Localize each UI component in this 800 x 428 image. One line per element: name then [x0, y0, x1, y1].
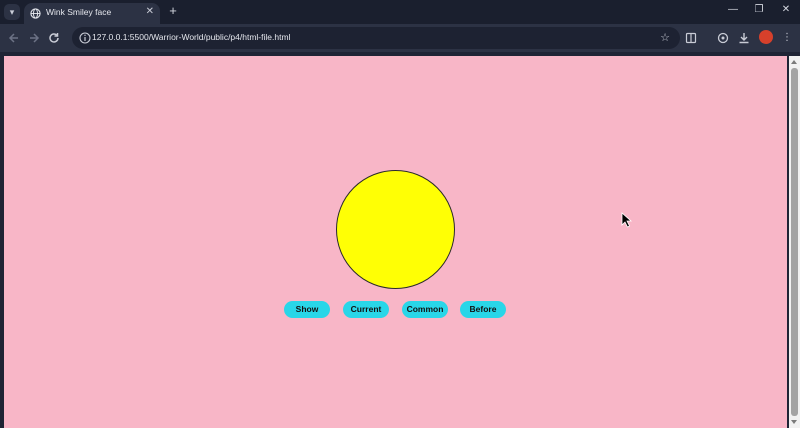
tab-search-icon[interactable]: ▾ — [4, 4, 20, 20]
before-button[interactable]: Before — [460, 301, 506, 318]
new-tab-button[interactable]: + — [166, 4, 180, 18]
url-text[interactable]: 127.0.0.1:5500/Warrior-World/public/p4/h… — [92, 32, 290, 42]
common-button[interactable]: Common — [402, 301, 448, 318]
tab-close-icon[interactable]: ✕ — [146, 6, 154, 18]
tab-title: Wink Smiley face — [46, 7, 112, 17]
browser-toolbar: 127.0.0.1:5500/Warrior-World/public/p4/h… — [0, 24, 800, 52]
extensions-icon[interactable] — [715, 30, 731, 46]
tab-strip: ▾ Wink Smiley face ✕ + — ❐ ✕ — [0, 0, 800, 24]
scroll-up-arrow-icon[interactable] — [791, 60, 797, 64]
smiley-face-circle — [336, 170, 455, 289]
scroll-down-arrow-icon[interactable] — [791, 420, 797, 424]
current-button[interactable]: Current — [343, 301, 389, 318]
downloads-icon[interactable] — [736, 30, 752, 46]
favicon-globe-icon — [30, 8, 41, 19]
forward-arrow-icon[interactable] — [26, 30, 42, 46]
browser-tab[interactable]: Wink Smiley face ✕ — [24, 3, 160, 24]
address-bar[interactable]: 127.0.0.1:5500/Warrior-World/public/p4/h… — [72, 27, 680, 49]
bookmark-star-icon[interactable]: ☆ — [660, 30, 670, 46]
site-info-icon[interactable] — [78, 31, 92, 45]
minimize-button[interactable]: — — [725, 3, 741, 17]
profile-extension-icon[interactable] — [759, 30, 773, 44]
reload-icon[interactable] — [46, 30, 62, 46]
page-viewport: Show Current Common Before — [4, 56, 787, 428]
more-menu-icon[interactable]: ⋮ — [779, 30, 795, 46]
reading-list-icon[interactable] — [683, 30, 699, 46]
mouse-cursor-icon — [621, 212, 633, 228]
vertical-scrollbar[interactable] — [789, 56, 800, 428]
restore-button[interactable]: ❐ — [751, 3, 767, 17]
close-window-button[interactable]: ✕ — [778, 3, 794, 17]
scroll-thumb[interactable] — [791, 68, 798, 416]
back-arrow-icon[interactable] — [6, 30, 22, 46]
show-button[interactable]: Show — [284, 301, 330, 318]
